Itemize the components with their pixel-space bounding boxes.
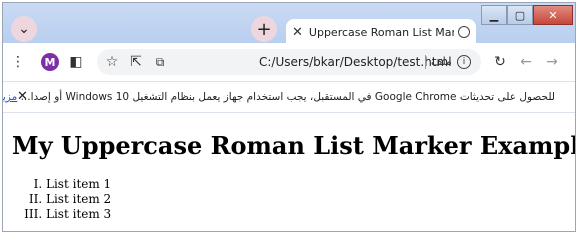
plus-icon: +	[256, 18, 272, 40]
page-title: My Uppercase Roman List Marker Example	[12, 131, 576, 160]
roman-list: List item 1 List item 2 List item 3	[6, 177, 111, 222]
file-label: ملف	[431, 55, 452, 68]
list-item: List item 3	[46, 207, 111, 222]
page-content: My Uppercase Roman List Marker Example L…	[3, 113, 575, 231]
info-icon[interactable]: i	[457, 55, 471, 69]
infobar: ✕ للحصول على تحديثات Google Chrome في ال…	[3, 81, 575, 113]
toolbar: ⋮ M ◧ ☆ ⇱ ⧉ C:/Users/bkar/Desktop/test.h…	[3, 45, 575, 79]
tab-strip: ⌄ + ✕ Uppercase Roman List Marker Ex ▁ ▢…	[3, 3, 575, 45]
maximize-button[interactable]: ▢	[507, 5, 533, 25]
star-icon[interactable]: ☆	[103, 53, 121, 71]
maximize-icon: ▢	[514, 8, 526, 22]
tab-close-icon[interactable]: ✕	[292, 25, 303, 40]
avatar[interactable]: M	[41, 53, 59, 71]
tab-active[interactable]: ✕ Uppercase Roman List Marker Ex	[286, 19, 476, 45]
omnibox[interactable]: ☆ ⇱ ⧉ C:/Users/bkar/Desktop/test.html مل…	[97, 49, 481, 75]
browser-window: ⌄ + ✕ Uppercase Roman List Marker Ex ▁ ▢…	[2, 2, 576, 232]
install-icon[interactable]: ⧉	[151, 53, 169, 71]
back-arrow-icon[interactable]: ←	[517, 53, 535, 71]
list-item: List item 1	[46, 177, 111, 192]
tab-title: Uppercase Roman List Marker Ex	[308, 25, 454, 39]
chevron-down-icon: ⌄	[18, 21, 30, 37]
kebab-menu-icon[interactable]: ⋮	[9, 53, 27, 71]
tab-search-button[interactable]: ⌄	[11, 16, 37, 42]
url-text[interactable]: C:/Users/bkar/Desktop/test.html	[259, 55, 452, 69]
infobar-text: للحصول على تحديثات Google Chrome في المس…	[20, 91, 555, 103]
minimize-icon: ▁	[489, 8, 499, 22]
infobar-link[interactable]: مزيد من المعلومات	[3, 91, 17, 103]
close-window-button[interactable]: ✕	[533, 5, 573, 25]
reload-icon[interactable]: ↻	[491, 53, 509, 71]
minimize-button[interactable]: ▁	[481, 5, 507, 25]
close-icon: ✕	[548, 8, 558, 22]
forward-arrow-icon[interactable]: →	[543, 53, 561, 71]
infobar-message: للحصول على تحديثات Google Chrome في المس…	[3, 91, 555, 103]
omnibox-divider	[425, 55, 426, 69]
page-bottom-margin	[0, 232, 585, 248]
new-tab-button[interactable]: +	[251, 16, 277, 42]
globe-icon	[458, 26, 470, 38]
list-item: List item 2	[46, 192, 111, 207]
side-panel-icon[interactable]: ◧	[67, 53, 85, 71]
share-icon[interactable]: ⇱	[127, 53, 145, 71]
